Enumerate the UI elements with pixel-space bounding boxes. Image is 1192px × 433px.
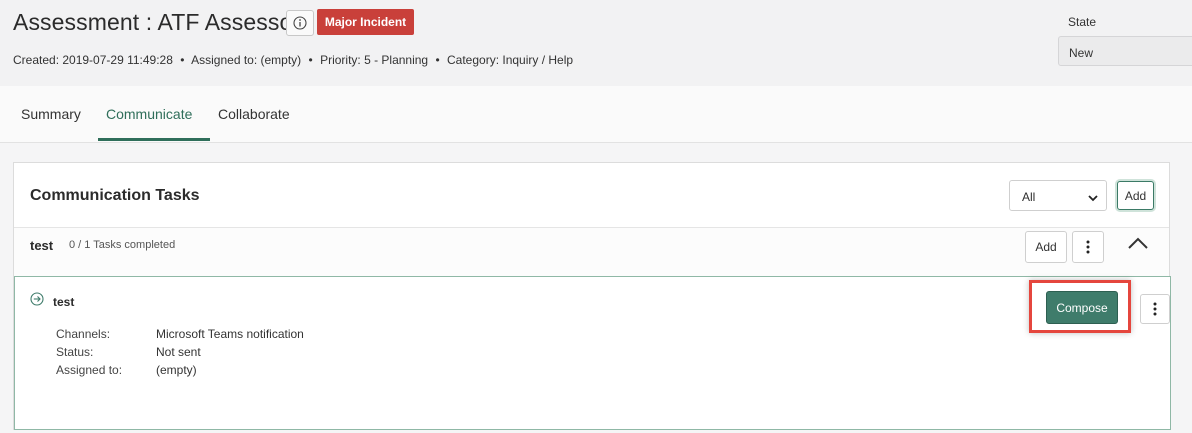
meta-priority: Priority: 5 - Planning (320, 53, 429, 67)
detail-label: Channels: (56, 327, 111, 341)
communication-tasks-panel: Communication Tasks All Add test 0 / 1 T… (13, 162, 1171, 430)
chevron-up-icon[interactable] (1127, 236, 1149, 255)
record-header: Assessment : ATF Assessor Major Incident… (0, 0, 1192, 86)
group-more-button[interactable] (1072, 231, 1104, 263)
more-vertical-icon (1153, 302, 1157, 316)
tab-communicate[interactable]: Communicate (106, 106, 192, 122)
meta-separator: • (308, 53, 313, 67)
detail-value: Microsoft Teams notification (156, 327, 304, 341)
task-more-button[interactable] (1140, 294, 1170, 324)
group-progress: 0 / 1 Tasks completed (69, 239, 176, 251)
meta-category: Category: Inquiry / Help (447, 53, 574, 67)
detail-value: (empty) (156, 363, 197, 377)
add-task-button[interactable]: Add (1025, 231, 1067, 263)
arrow-right-circle-icon (30, 292, 44, 311)
detail-label: Assigned to: (56, 363, 123, 377)
meta-created: Created: 2019-07-29 11:49:28 (13, 53, 173, 67)
panel-title: Communication Tasks (30, 187, 200, 204)
task-name: test (53, 295, 75, 309)
major-incident-badge: Major Incident (317, 9, 414, 35)
meta-separator: • (180, 53, 185, 67)
state-label: State (1068, 15, 1097, 29)
chevron-down-icon (1088, 191, 1098, 205)
meta-separator: • (435, 53, 440, 67)
detail-value: Not sent (156, 345, 201, 359)
group-name: test (30, 238, 54, 253)
panel-header: Communication Tasks All Add (14, 163, 1169, 227)
task-card: test Channels: Microsoft Teams notificat… (14, 276, 1171, 430)
add-group-button[interactable]: Add (1117, 181, 1154, 210)
detail-label: Status: (56, 345, 94, 359)
more-vertical-icon (1086, 240, 1090, 254)
filter-select-value: All (1022, 190, 1036, 204)
task-group-row: test 0 / 1 Tasks completed Add (14, 227, 1169, 276)
meta-assigned: Assigned to: (empty) (191, 53, 302, 67)
tab-summary[interactable]: Summary (21, 106, 81, 122)
tab-bar: Summary Communicate Collaborate (0, 86, 1192, 143)
compose-button[interactable]: Compose (1046, 291, 1118, 324)
active-tab-indicator (98, 138, 210, 141)
page-title: Assessment : ATF Assessor (13, 9, 301, 35)
record-meta: Created: 2019-07-29 11:49:28 • Assigned … (13, 53, 573, 67)
filter-select[interactable]: All (1009, 180, 1107, 211)
state-field[interactable]: New (1058, 36, 1192, 66)
tab-collaborate[interactable]: Collaborate (218, 106, 290, 122)
info-icon[interactable] (286, 10, 314, 36)
